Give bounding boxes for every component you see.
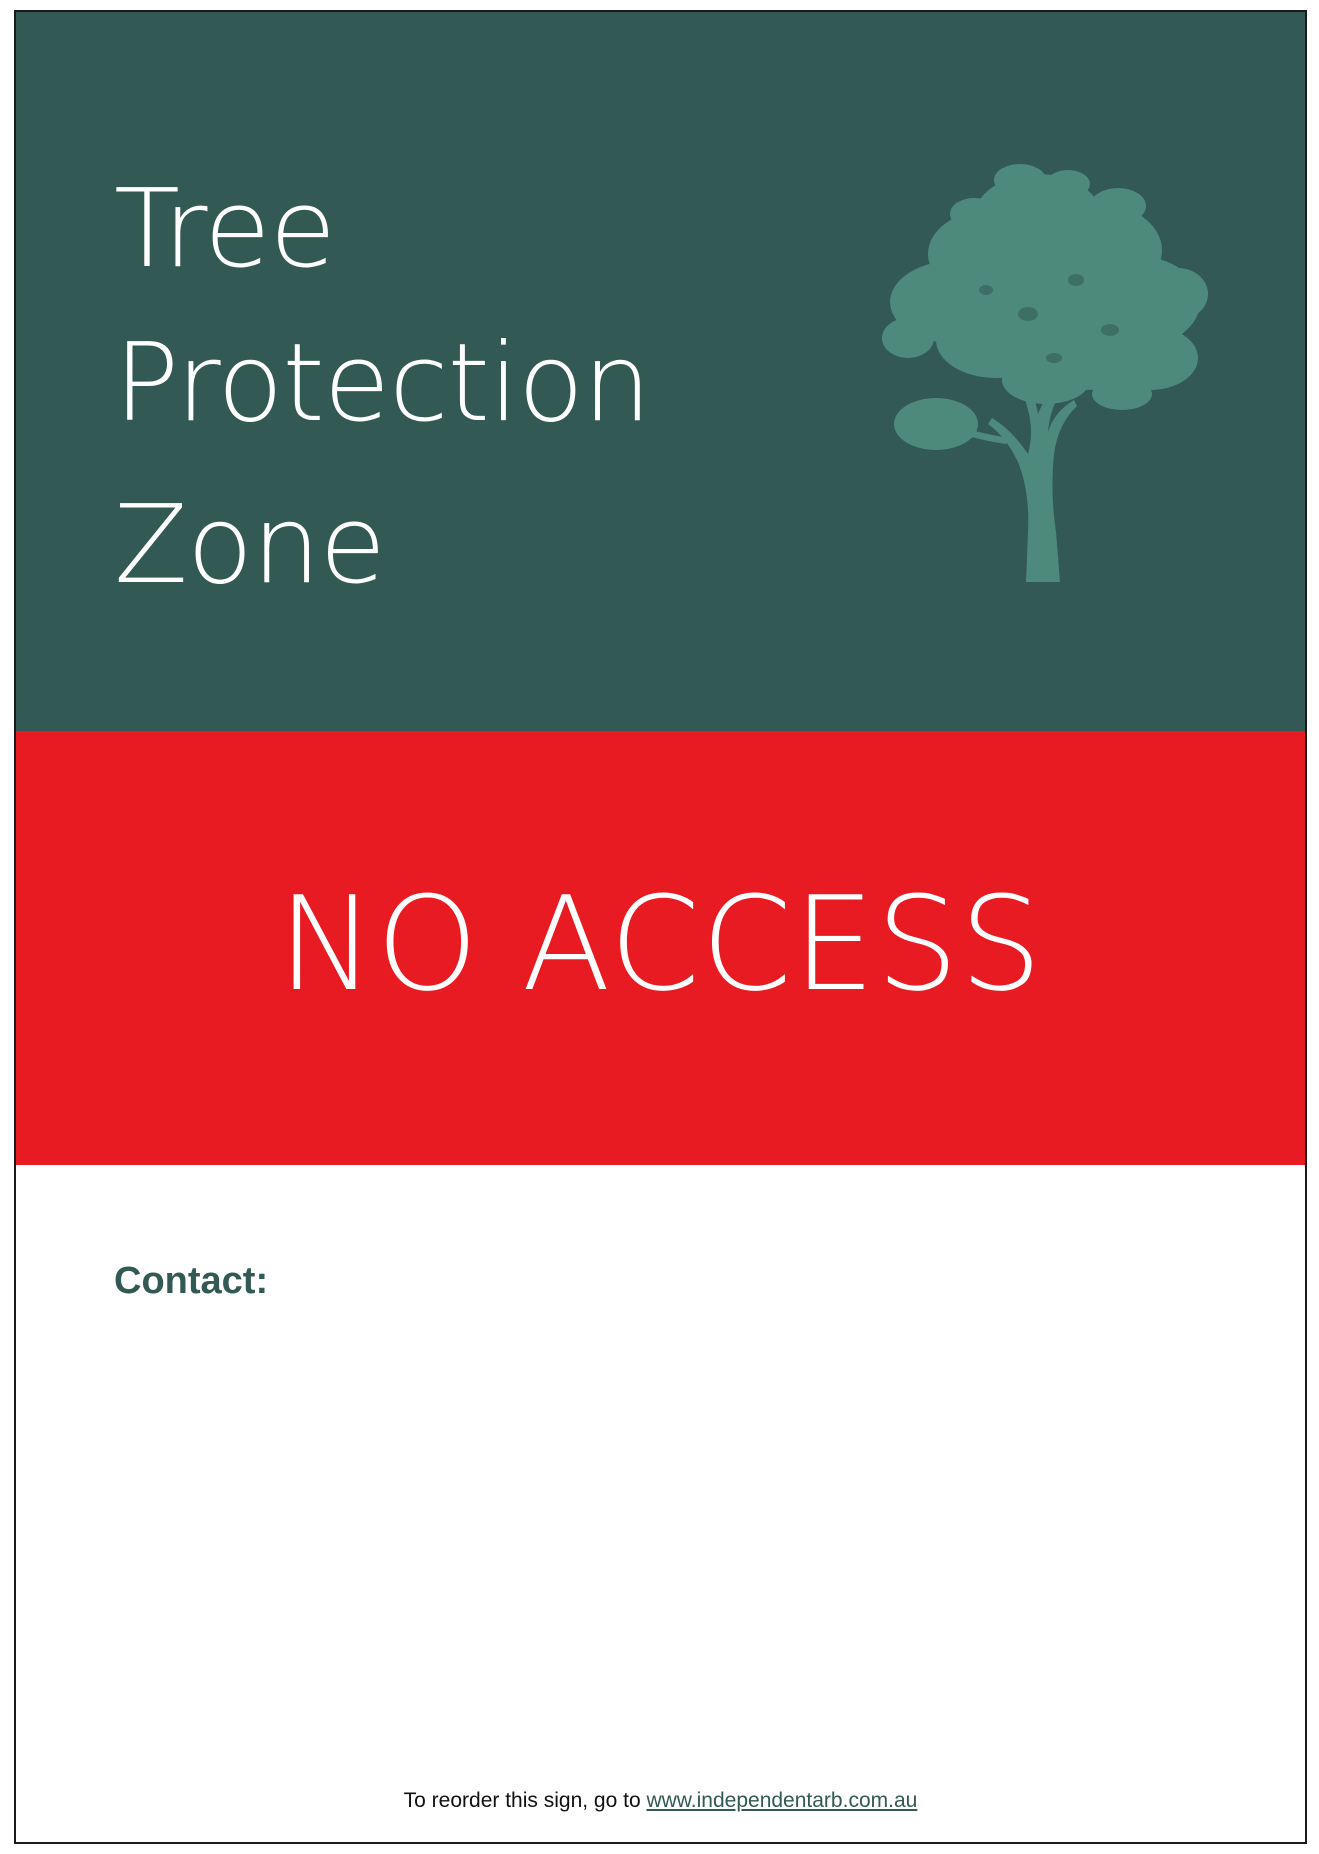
warning-panel: NO ACCESS xyxy=(16,731,1305,1165)
title-line-2: Protection xyxy=(114,321,651,446)
tree-silhouette-icon xyxy=(882,164,1208,582)
title-panel: Tree Protection Zone xyxy=(16,12,1305,731)
reorder-footer: To reorder this sign, go to www.independ… xyxy=(16,1789,1305,1813)
tpz-sign: Tree Protection Zone NO ACCESS Contact: … xyxy=(14,10,1307,1844)
title-line-3: Zone xyxy=(114,483,386,608)
reorder-text: To reorder this sign, go to xyxy=(403,1789,647,1812)
contact-label: Contact: xyxy=(114,1260,269,1302)
title-line-1: Tree xyxy=(114,167,336,292)
no-access-heading: NO ACCESS xyxy=(277,868,1044,1020)
reorder-link[interactable]: www.independentarb.com.au xyxy=(646,1789,917,1812)
